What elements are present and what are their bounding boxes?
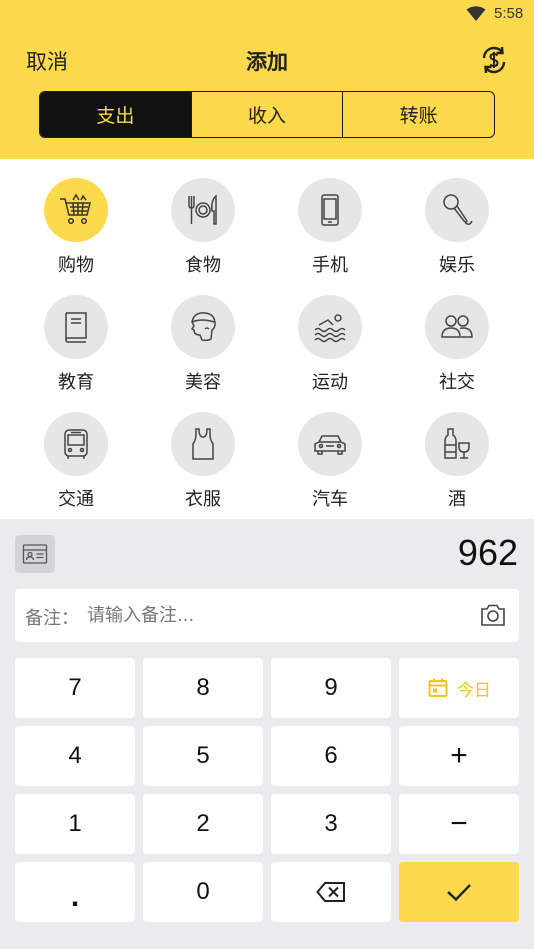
page-title: 添加: [246, 50, 288, 74]
decimal-label: .: [70, 880, 80, 913]
category-alcohol[interactable]: 酒: [407, 412, 507, 511]
category-entertainment[interactable]: 娱乐: [407, 178, 507, 277]
backspace-key[interactable]: [271, 862, 391, 922]
face-icon: [190, 312, 216, 342]
note-input[interactable]: [87, 598, 467, 632]
tab-income[interactable]: 收入: [190, 92, 343, 137]
checkmark-icon: [447, 884, 471, 902]
category-transport[interactable]: 交通: [26, 412, 126, 511]
status-time: 5:58: [494, 5, 524, 22]
key-4[interactable]: 4: [15, 726, 135, 786]
note-label: 备注：: [25, 608, 79, 629]
shopping-cart-icon: [60, 193, 91, 225]
swimming-icon: [314, 314, 346, 343]
minus-key[interactable]: −: [399, 794, 519, 854]
key-3[interactable]: 3: [271, 794, 391, 854]
camera-icon[interactable]: [479, 601, 507, 629]
category-social[interactable]: 社交: [407, 295, 507, 394]
category-shopping[interactable]: 购物: [26, 178, 126, 277]
category-label: 教育: [58, 372, 94, 393]
wifi-icon: [466, 6, 486, 21]
tab-transfer[interactable]: 转账: [342, 92, 494, 137]
note-field: 备注：: [15, 589, 519, 642]
category-label: 运动: [312, 372, 348, 393]
wine-bottle-glass-icon: [444, 428, 470, 459]
key-0[interactable]: 0: [143, 862, 263, 922]
people-icon: [441, 315, 473, 338]
book-icon: [65, 312, 87, 343]
bus-icon: [64, 429, 88, 459]
category-sports[interactable]: 运动: [280, 295, 380, 394]
category-label: 衣服: [185, 489, 221, 510]
fork-plate-knife-icon: [188, 194, 217, 225]
header: 取消 添加 支出 收入 转账: [0, 30, 534, 159]
category-label: 美容: [185, 372, 221, 393]
category-label: 娱乐: [439, 255, 475, 276]
category-grid: 购物 食物 手机 娱乐 教育 美容 运动 社交 交通 衣服 汽车 酒: [0, 159, 534, 519]
account-card-button[interactable]: [15, 535, 55, 573]
category-food[interactable]: 食物: [153, 178, 253, 277]
key-2[interactable]: 2: [143, 794, 263, 854]
status-bar: 5:58: [0, 0, 534, 30]
key-6[interactable]: 6: [271, 726, 391, 786]
category-clothes[interactable]: 衣服: [153, 412, 253, 511]
category-phone[interactable]: 手机: [280, 178, 380, 277]
phone-icon: [321, 194, 339, 226]
microphone-icon: [443, 194, 473, 225]
amount-display: 962: [457, 532, 518, 573]
key-5[interactable]: 5: [143, 726, 263, 786]
key-9[interactable]: 9: [271, 658, 391, 718]
today-label: 今日: [457, 680, 491, 701]
amount-row: 962: [0, 519, 534, 589]
category-education[interactable]: 教育: [26, 295, 126, 394]
type-segmented-control: 支出 收入 转账: [39, 91, 495, 138]
category-label: 社交: [439, 372, 475, 393]
tab-expense[interactable]: 支出: [40, 92, 191, 137]
tank-top-icon: [192, 428, 214, 460]
calendar-icon: [428, 678, 448, 697]
category-car[interactable]: 汽车: [280, 412, 380, 511]
currency-exchange-icon[interactable]: [478, 44, 510, 76]
category-label: 手机: [312, 255, 348, 276]
category-beauty[interactable]: 美容: [153, 295, 253, 394]
backspace-icon: [316, 882, 345, 902]
category-label: 购物: [58, 255, 94, 276]
category-label: 汽车: [312, 489, 348, 510]
id-card-icon: [22, 544, 48, 564]
key-1[interactable]: 1: [15, 794, 135, 854]
car-icon: [314, 435, 346, 455]
key-7[interactable]: 7: [15, 658, 135, 718]
key-8[interactable]: 8: [143, 658, 263, 718]
plus-key[interactable]: +: [399, 726, 519, 786]
category-label: 酒: [448, 489, 466, 510]
category-label: 食物: [185, 255, 221, 276]
today-date-button[interactable]: 今日: [399, 658, 519, 718]
confirm-button[interactable]: [399, 862, 519, 922]
category-label: 交通: [58, 489, 94, 510]
key-decimal[interactable]: .: [15, 862, 135, 922]
